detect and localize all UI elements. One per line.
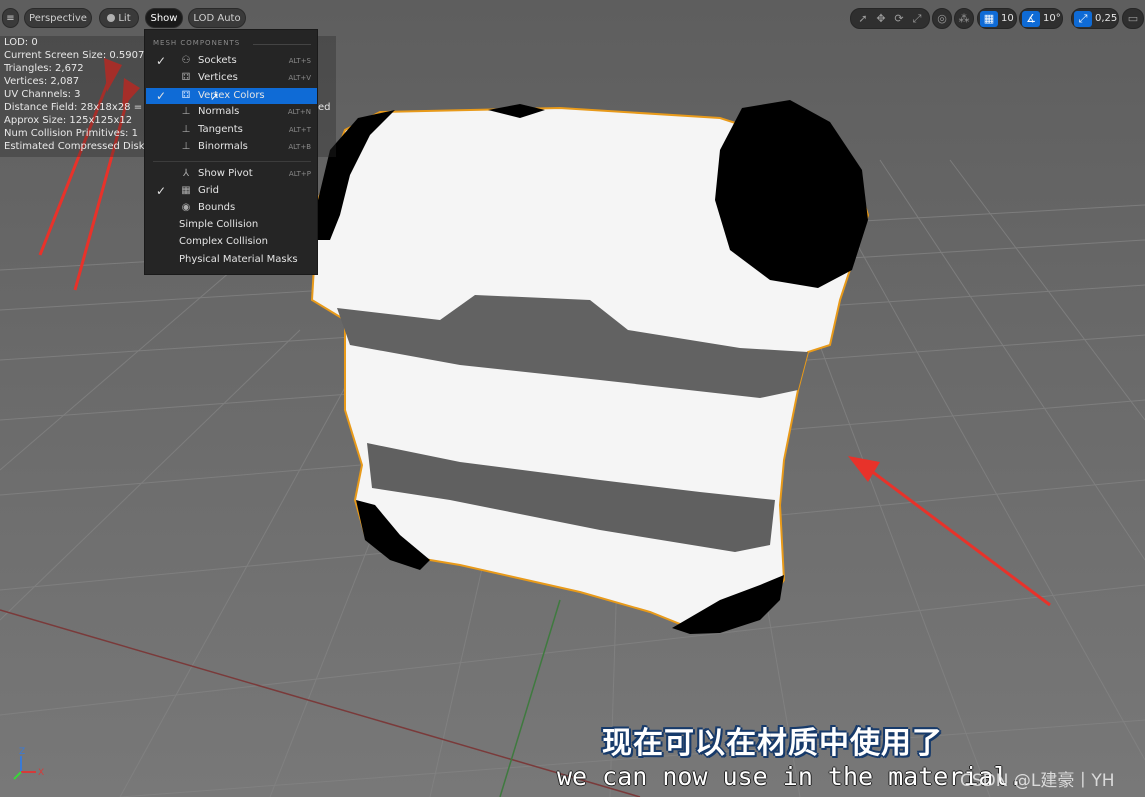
menu-header-divider xyxy=(253,44,311,45)
menu-item-show-pivot[interactable]: ⅄ Show Pivot ALT+P xyxy=(146,166,317,182)
menu-item-label: Grid xyxy=(198,185,219,196)
transform-tools-group: ➚ ✥ ⟳ ⤢ xyxy=(850,8,930,29)
camera-icon: ▭ xyxy=(1127,12,1139,25)
lod-button[interactable]: LOD Auto xyxy=(188,8,246,28)
stat-lod: LOD: 0 xyxy=(4,37,38,48)
gizmo-x-label: X xyxy=(38,768,44,778)
vertices-icon: ⚃ xyxy=(181,72,191,83)
checkmark-icon: ✓ xyxy=(156,54,167,68)
binormals-icon: ⊥ xyxy=(181,141,191,152)
menu-item-vertex-colors[interactable]: ✓ ⚃ Vertex Colors ➚ xyxy=(146,88,317,104)
menu-item-complex-collision[interactable]: Complex Collision xyxy=(146,234,317,250)
mouse-cursor-icon: ➚ xyxy=(210,90,220,103)
scale-icon[interactable]: ⤢ xyxy=(909,11,925,27)
stat-vertices: Vertices: 2,087 xyxy=(4,76,80,87)
menu-section-header: MESH COMPONENTS xyxy=(153,39,241,47)
stat-distance-field-suffix: ed xyxy=(318,102,331,113)
menu-item-label: Tangents xyxy=(198,124,243,135)
grid-snap-group[interactable]: ▦ 10 xyxy=(977,8,1017,29)
menu-item-shortcut: ALT+V xyxy=(288,74,311,82)
perspective-label: Perspective xyxy=(29,13,87,24)
stat-approx-size: Approx Size: 125x125x12 xyxy=(4,115,133,126)
gizmo-z-label: Z xyxy=(19,747,25,757)
vertex-colors-icon: ⚃ xyxy=(181,90,191,101)
checkmark-icon: ✓ xyxy=(156,89,167,103)
menu-item-tangents[interactable]: ⊥ Tangents ALT+T xyxy=(146,122,317,138)
viewport-options-button[interactable]: ≡ xyxy=(2,8,19,28)
menu-item-sockets[interactable]: ✓ ⚇ Sockets ALT+S xyxy=(146,53,317,69)
menu-item-label: Normals xyxy=(198,106,240,117)
menu-item-label: Show Pivot xyxy=(198,168,253,179)
globe-icon: ◎ xyxy=(937,12,947,25)
stat-disk-size: Estimated Compressed Disk S xyxy=(4,141,155,152)
menu-item-normals[interactable]: ⊥ Normals ALT+N xyxy=(146,104,317,120)
menu-item-shortcut: ALT+T xyxy=(288,126,311,134)
stat-collision-primitives: Num Collision Primitives: 1 xyxy=(4,128,138,139)
scale-snap-group[interactable]: ⤢ 0,25 xyxy=(1071,8,1119,29)
rotation-snap-group[interactable]: ∡ 10° xyxy=(1019,8,1063,29)
pivot-icon: ⅄ xyxy=(182,168,190,179)
grid-snap-icon[interactable]: ▦ xyxy=(980,11,998,27)
lit-label: Lit xyxy=(118,13,131,24)
menu-item-label: Vertex Colors xyxy=(198,90,265,101)
grid-icon: ▦ xyxy=(181,185,191,196)
view-mode-button[interactable]: Lit xyxy=(99,8,139,28)
subtitle-chinese: 现在可以在材质中使用了 xyxy=(602,726,943,761)
menu-item-shortcut: ALT+N xyxy=(287,108,311,116)
lod-label: LOD Auto xyxy=(193,13,241,24)
surface-snap-icon: ⁂ xyxy=(958,12,970,25)
camera-speed-button[interactable]: ▭ xyxy=(1122,8,1144,29)
menu-divider xyxy=(153,161,311,162)
bounds-icon: ◉ xyxy=(181,202,191,213)
menu-item-shortcut: ALT+S xyxy=(288,57,311,65)
rotation-snap-icon[interactable]: ∡ xyxy=(1022,11,1040,27)
rotation-snap-value[interactable]: 10° xyxy=(1043,11,1061,27)
menu-item-bounds[interactable]: ◉ Bounds xyxy=(146,200,317,216)
grid-snap-value[interactable]: 10 xyxy=(1001,11,1014,27)
menu-item-physical-material-masks[interactable]: Physical Material Masks xyxy=(146,252,317,268)
menu-item-label: Physical Material Masks xyxy=(179,254,298,265)
stat-uv-channels: UV Channels: 3 xyxy=(4,89,81,100)
menu-item-simple-collision[interactable]: Simple Collision xyxy=(146,217,317,233)
tangents-icon: ⊥ xyxy=(181,124,191,135)
menu-item-binormals[interactable]: ⊥ Binormals ALT+B xyxy=(146,139,317,155)
rotate-icon[interactable]: ⟳ xyxy=(891,11,907,27)
checkmark-icon: ✓ xyxy=(156,184,167,198)
show-dropdown-menu: MESH COMPONENTS ✓ ⚇ Sockets ALT+S ⚃ Vert… xyxy=(144,29,318,275)
sockets-icon: ⚇ xyxy=(181,55,191,66)
scale-snap-value[interactable]: 0,25 xyxy=(1095,11,1117,27)
menu-item-vertices[interactable]: ⚃ Vertices ALT+V xyxy=(146,70,317,86)
menu-item-label: Simple Collision xyxy=(179,219,259,230)
perspective-button[interactable]: Perspective xyxy=(24,8,92,28)
subtitle-english: we can now use in the material. xyxy=(557,762,1024,791)
normals-icon: ⊥ xyxy=(181,106,191,117)
stat-screen-size: Current Screen Size: 0.5907 xyxy=(4,50,145,61)
menu-item-label: Vertices xyxy=(198,72,238,83)
menu-item-label: Binormals xyxy=(198,141,248,152)
menu-item-shortcut: ALT+P xyxy=(288,170,311,178)
surface-snap-toggle[interactable]: ⁂ xyxy=(954,8,974,29)
menu-item-grid[interactable]: ✓ ▦ Grid xyxy=(146,183,317,199)
translate-icon[interactable]: ✥ xyxy=(873,11,889,27)
select-cursor-icon[interactable]: ➚ xyxy=(855,11,871,27)
show-label: Show xyxy=(150,13,178,24)
menu-item-label: Bounds xyxy=(198,202,236,213)
stat-triangles: Triangles: 2,672 xyxy=(4,63,84,74)
hamburger-menu-icon: ≡ xyxy=(6,13,15,24)
menu-item-shortcut: ALT+B xyxy=(288,143,311,151)
stat-distance-field: Distance Field: 28x18x28 = 0 xyxy=(4,102,152,113)
world-local-toggle[interactable]: ◎ xyxy=(932,8,952,29)
scale-snap-icon[interactable]: ⤢ xyxy=(1074,11,1092,27)
menu-item-label: Sockets xyxy=(198,55,237,66)
menu-item-label: Complex Collision xyxy=(179,236,268,247)
lit-sphere-icon xyxy=(107,14,116,22)
show-button[interactable]: Show xyxy=(145,8,183,28)
watermark: CSDN @L建豪丨YH xyxy=(960,771,1115,791)
